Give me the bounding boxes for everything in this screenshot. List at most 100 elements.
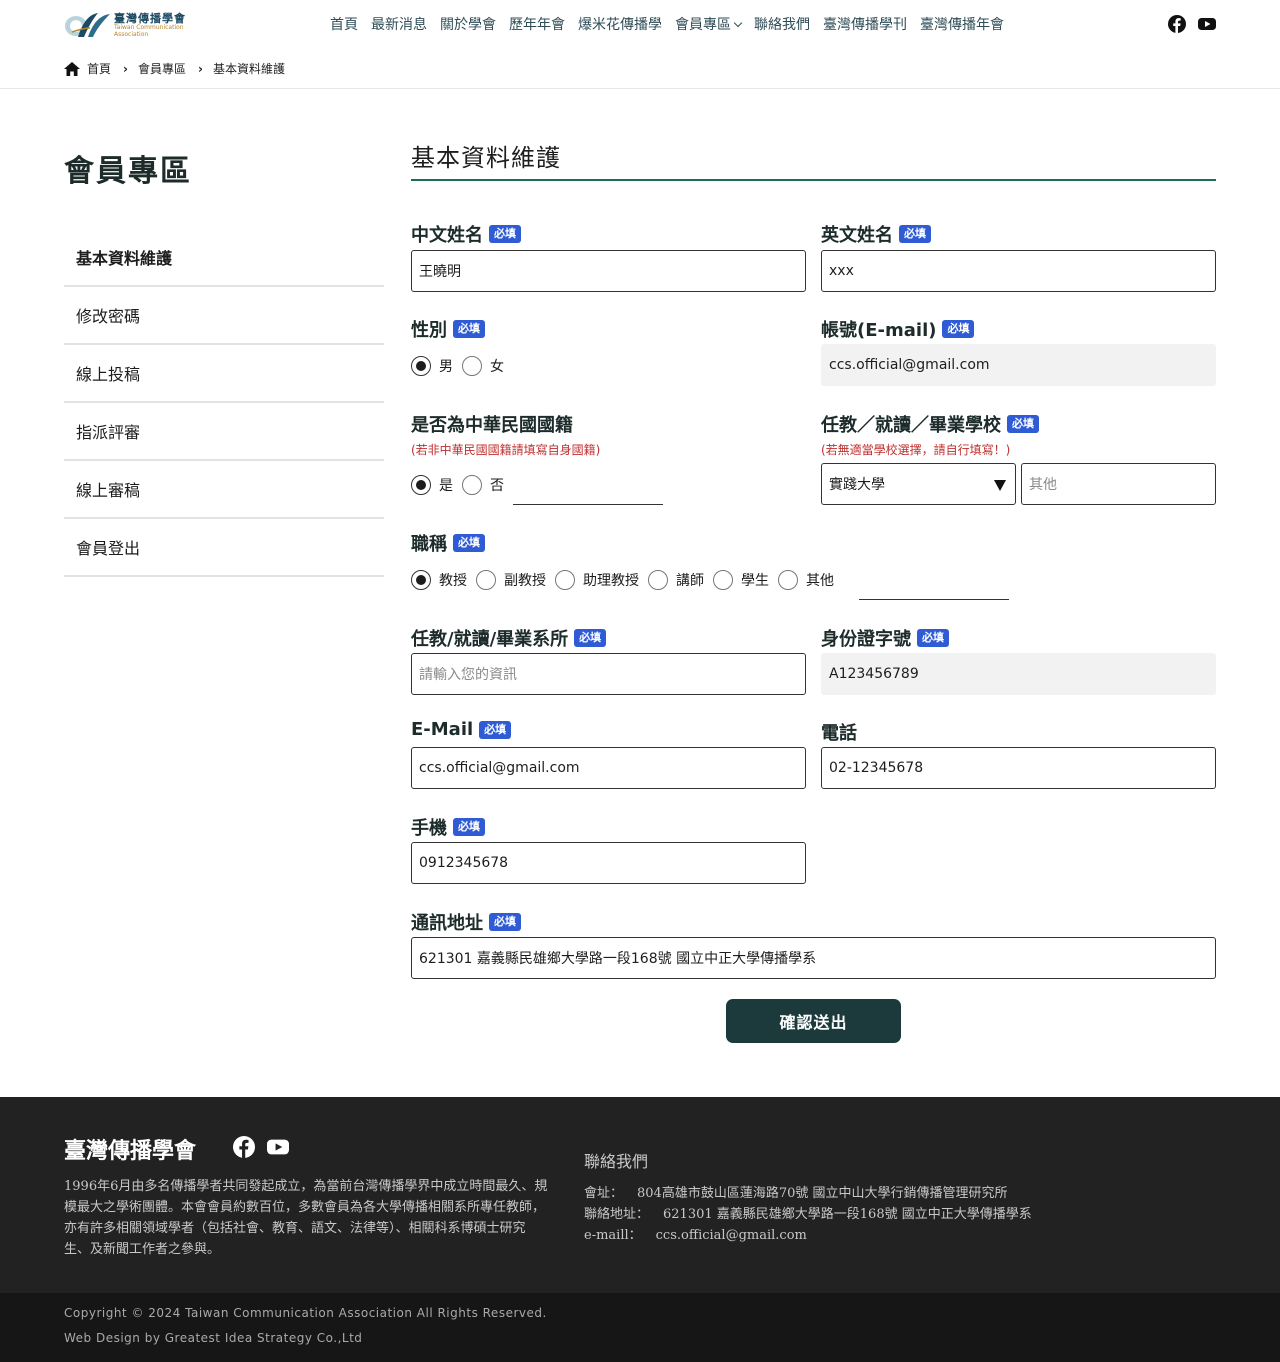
required-badge: 必填 [453, 534, 485, 552]
facebook-icon[interactable] [1168, 15, 1186, 33]
job-title-associate-label: 副教授 [504, 573, 546, 589]
chinese-name-input[interactable]: 王曉明 [411, 250, 806, 292]
required-badge: 必填 [479, 720, 512, 739]
footer-office-address: 會址： 804高雄市鼓山區蓮海路70號 國立中山大學行銷傳播管理研究所 [584, 1186, 1008, 1201]
email-label: E-Mail 必填 [411, 719, 512, 740]
job-title-student-label: 學生 [741, 573, 769, 589]
home-icon[interactable] [64, 61, 80, 76]
gender-male-radio[interactable] [411, 356, 431, 376]
required-badge: 必填 [574, 629, 607, 647]
mobile-label: 手機 必填 [411, 814, 485, 840]
footer-contact-title: 聯絡我們 [584, 1152, 649, 1171]
english-name-input[interactable]: xxx [821, 250, 1216, 292]
id-number-field: A123456789 [821, 653, 1216, 695]
gender-male-label: 男 [439, 359, 453, 375]
design-credit[interactable]: Web Design by Greatest Idea Strategy Co.… [64, 1331, 362, 1345]
nav-popcorn[interactable]: 爆米花傳播學 [578, 14, 662, 36]
job-title-radio-group: 教授 副教授 助理教授 講師 學生 其他 [411, 569, 843, 591]
job-title-lecturer-label: 講師 [676, 573, 704, 589]
submit-button[interactable]: 確認送出 [726, 999, 901, 1043]
department-input[interactable]: 請輸入您的資訊 [411, 653, 806, 695]
nav-contact[interactable]: 聯絡我們 [754, 14, 810, 36]
dropdown-arrow-icon [994, 480, 1006, 491]
sidebar-item-review[interactable]: 線上審稿 [64, 461, 384, 519]
account-label: 帳號(E-mail) 必填 [821, 316, 975, 342]
sidebar-item-profile[interactable]: 基本資料維護 [64, 229, 384, 287]
copyright-text: Copyright © 2024 Taiwan Communication As… [64, 1306, 547, 1320]
breadcrumb-home[interactable]: 首頁 [87, 60, 111, 77]
required-badge: 必填 [942, 320, 975, 338]
job-title-assistant-radio[interactable] [555, 570, 575, 590]
school-other-input[interactable]: 其他 [1021, 463, 1216, 505]
job-title-lecturer-radio[interactable] [648, 570, 668, 590]
footer-org-name: 臺灣傳播學會 [64, 1138, 197, 1164]
gender-label: 性別 必填 [411, 316, 485, 342]
job-title-professor-radio[interactable] [411, 570, 431, 590]
title-divider [411, 179, 1216, 181]
school-label: 任教／就讀／畢業學校 必填 [821, 411, 1039, 437]
nationality-other-input[interactable] [513, 504, 663, 505]
sidebar-item-password[interactable]: 修改密碼 [64, 287, 384, 345]
chevron-right-icon: › [197, 61, 203, 76]
site-logo[interactable]: 臺灣傳播學會 Taiwan Communication Association [64, 10, 186, 40]
required-badge: 必填 [1007, 415, 1039, 433]
nationality-no-label: 否 [490, 478, 504, 494]
required-badge: 必填 [489, 913, 521, 931]
site-header: 臺灣傳播學會 Taiwan Communication Association … [0, 0, 1280, 89]
required-badge: 必填 [453, 320, 485, 338]
job-title-professor-label: 教授 [439, 573, 467, 589]
nav-home[interactable]: 首頁 [330, 14, 358, 36]
gender-female-radio[interactable] [462, 356, 482, 376]
nationality-yes-label: 是 [439, 478, 453, 494]
job-title-other-radio[interactable] [778, 570, 798, 590]
nav-about[interactable]: 關於學會 [440, 14, 496, 36]
nav-annual-meetings[interactable]: 歷年年會 [509, 14, 565, 36]
nav-member-dropdown[interactable]: 會員專區 [675, 14, 741, 36]
job-title-other-label: 其他 [806, 573, 834, 589]
required-badge: 必填 [917, 629, 949, 647]
nationality-no-radio[interactable] [462, 475, 482, 495]
nav-journal[interactable]: 臺灣傳播學刊 [823, 14, 907, 36]
breadcrumb-member[interactable]: 會員專區 [138, 60, 186, 77]
footer-facebook-icon[interactable] [233, 1136, 255, 1158]
english-name-label: 英文姓名 必填 [821, 221, 931, 247]
department-label: 任教/就讀/畢業系所 必填 [411, 625, 607, 651]
phone-input[interactable]: 02-12345678 [821, 747, 1216, 789]
youtube-icon[interactable] [1198, 15, 1216, 33]
chinese-name-label: 中文姓名 必填 [411, 221, 521, 247]
school-hint: (若無適當學校選擇，請自行填寫！) [821, 443, 1011, 457]
nationality-hint: (若非中華民國國籍請填寫自身國籍) [411, 443, 601, 457]
required-badge: 必填 [899, 225, 931, 243]
email-input[interactable]: ccs.official@gmail.com [411, 747, 806, 789]
footer-bottom-bar [0, 1293, 1280, 1362]
footer-youtube-icon[interactable] [267, 1136, 289, 1158]
school-select[interactable]: 實踐大學 [821, 463, 1016, 505]
gender-female-label: 女 [490, 359, 504, 375]
school-select-value: 實踐大學 [829, 477, 885, 493]
nav-news[interactable]: 最新消息 [371, 14, 427, 36]
mobile-input[interactable]: 0912345678 [411, 842, 806, 884]
chevron-right-icon: › [123, 61, 128, 76]
sidebar-item-assign-reviewer[interactable]: 指派評審 [64, 403, 384, 461]
breadcrumb-current: 基本資料維護 [212, 62, 285, 76]
job-title-assistant-label: 助理教授 [583, 573, 639, 589]
nav-conference[interactable]: 臺灣傳播年會 [920, 14, 1004, 36]
footer-email: e-maill： ccs.official@gmail.com [584, 1228, 807, 1243]
nationality-yes-radio[interactable] [411, 475, 431, 495]
required-badge: 必填 [489, 225, 521, 243]
account-field: ccs.official@gmail.com [821, 344, 1216, 386]
logo-subtext: Taiwan Communication Association [114, 24, 184, 38]
id-number-label: 身份證字號 必填 [821, 625, 949, 651]
job-title-other-input[interactable] [859, 599, 1009, 600]
phone-label: 電話 [821, 723, 857, 744]
page-title: 基本資料維護 [411, 144, 561, 172]
sidebar-item-submission[interactable]: 線上投稿 [64, 345, 384, 403]
job-title-associate-radio[interactable] [476, 570, 496, 590]
sidebar-menu: 基本資料維護 修改密碼 線上投稿 指派評審 線上審稿 會員登出 [64, 229, 384, 577]
job-title-student-radio[interactable] [713, 570, 733, 590]
nationality-radio-group: 是 否 [411, 474, 513, 496]
address-input[interactable]: 621301 嘉義縣民雄鄉大學路一段168號 國立中正大學傳播學系 [411, 937, 1216, 979]
job-title-label: 職稱 必填 [411, 530, 485, 556]
required-badge: 必填 [453, 818, 485, 836]
sidebar-item-logout[interactable]: 會員登出 [64, 519, 384, 577]
